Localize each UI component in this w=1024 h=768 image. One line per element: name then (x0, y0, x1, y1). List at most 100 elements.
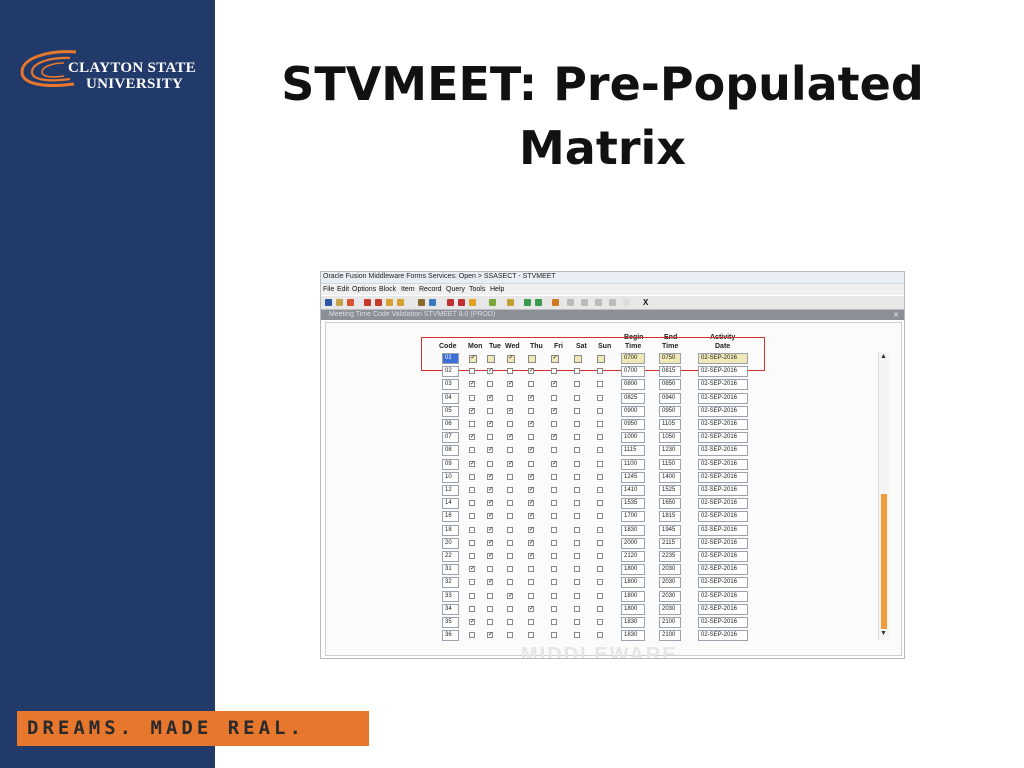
thu-checkbox[interactable]: ✓ (528, 447, 534, 453)
refresh-icon[interactable] (489, 299, 496, 306)
mon-checkbox[interactable] (469, 421, 475, 427)
code-field[interactable]: 33 (442, 591, 459, 602)
wed-checkbox[interactable] (507, 474, 513, 480)
mon-checkbox[interactable] (469, 553, 475, 559)
sat-checkbox[interactable] (574, 566, 580, 572)
sat-checkbox[interactable] (574, 408, 580, 414)
code-field[interactable]: 34 (442, 604, 459, 615)
wed-checkbox[interactable] (507, 500, 513, 506)
fri-checkbox[interactable]: ✓ (551, 434, 557, 440)
thu-checkbox[interactable]: ✓ (528, 368, 534, 374)
activity-date-field[interactable]: 02-SEP-2016 (698, 419, 748, 430)
thu-checkbox[interactable]: ✓ (528, 553, 534, 559)
end-time-field[interactable]: 1400 (659, 472, 681, 483)
wed-checkbox[interactable] (507, 566, 513, 572)
end-time-field[interactable]: 1050 (659, 432, 681, 443)
search-icon[interactable] (581, 299, 588, 306)
activity-date-field[interactable]: 02-SEP-2016 (698, 445, 748, 456)
tue-checkbox[interactable]: ✓ (487, 487, 493, 493)
activity-date-field[interactable]: 02-SEP-2016 (698, 485, 748, 496)
end-time-field[interactable]: 2030 (659, 577, 681, 588)
sun-checkbox[interactable] (597, 500, 603, 506)
thu-checkbox[interactable] (528, 434, 534, 440)
activity-date-field[interactable]: 02-SEP-2016 (698, 472, 748, 483)
scrollbar[interactable]: ▲ ▼ (878, 352, 889, 640)
thu-checkbox[interactable] (528, 619, 534, 625)
end-time-field[interactable]: 0750 (659, 353, 681, 364)
thu-checkbox[interactable] (528, 579, 534, 585)
mon-checkbox[interactable]: ✓ (469, 434, 475, 440)
sun-checkbox[interactable] (597, 513, 603, 519)
sat-checkbox[interactable] (574, 619, 580, 625)
wed-checkbox[interactable] (507, 421, 513, 427)
begin-time-field[interactable]: 1245 (621, 472, 645, 483)
fri-checkbox[interactable] (551, 540, 557, 546)
thu-checkbox[interactable]: ✓ (528, 606, 534, 612)
tue-checkbox[interactable]: ✓ (487, 632, 493, 638)
end-time-field[interactable]: 2235 (659, 551, 681, 562)
wed-checkbox[interactable]: ✓ (507, 381, 513, 387)
code-field[interactable]: 04 (442, 393, 459, 404)
fri-checkbox[interactable]: ✓ (551, 461, 557, 467)
mon-checkbox[interactable] (469, 395, 475, 401)
sun-checkbox[interactable] (597, 474, 603, 480)
mon-checkbox[interactable]: ✓ (469, 619, 475, 625)
code-field[interactable]: 09 (442, 459, 459, 470)
sun-checkbox[interactable] (597, 381, 603, 387)
menu-options[interactable]: Options (352, 286, 376, 293)
begin-time-field[interactable]: 1000 (621, 432, 645, 443)
sun-checkbox[interactable] (597, 606, 603, 612)
wed-checkbox[interactable] (507, 395, 513, 401)
mon-checkbox[interactable] (469, 540, 475, 546)
sat-checkbox[interactable] (574, 500, 580, 506)
fri-checkbox[interactable] (551, 487, 557, 493)
tue-checkbox[interactable] (487, 593, 493, 599)
edit-icon[interactable] (535, 299, 542, 306)
thu-checkbox[interactable]: ✓ (528, 527, 534, 533)
sun-checkbox[interactable] (597, 632, 603, 638)
wed-checkbox[interactable]: ✓ (507, 593, 513, 599)
menu-edit[interactable]: Edit (337, 286, 349, 293)
fri-checkbox[interactable] (551, 566, 557, 572)
activity-date-field[interactable]: 02-SEP-2016 (698, 366, 748, 377)
fri-checkbox[interactable] (551, 447, 557, 453)
wed-checkbox[interactable] (507, 606, 513, 612)
sat-checkbox[interactable] (574, 434, 580, 440)
sun-checkbox[interactable] (597, 368, 603, 374)
insert-record-icon[interactable] (447, 299, 454, 306)
sun-checkbox[interactable] (597, 619, 603, 625)
record-prev-icon[interactable] (386, 299, 393, 306)
mon-checkbox[interactable]: ✓ (469, 408, 475, 414)
menu-file[interactable]: File (323, 286, 334, 293)
menu-block[interactable]: Block (379, 286, 396, 293)
activity-date-field[interactable]: 02-SEP-2016 (698, 498, 748, 509)
end-time-field[interactable]: 2100 (659, 617, 681, 628)
sun-checkbox[interactable] (597, 408, 603, 414)
fri-checkbox[interactable] (551, 606, 557, 612)
end-time-field[interactable]: 2100 (659, 630, 681, 641)
sat-checkbox[interactable] (574, 632, 580, 638)
sat-checkbox[interactable] (574, 447, 580, 453)
wed-checkbox[interactable] (507, 553, 513, 559)
activity-date-field[interactable]: 02-SEP-2016 (698, 551, 748, 562)
begin-time-field[interactable]: 1700 (621, 511, 645, 522)
begin-time-field[interactable]: 1800 (621, 591, 645, 602)
mon-checkbox[interactable] (469, 527, 475, 533)
thu-checkbox[interactable]: ✓ (528, 500, 534, 506)
help-icon[interactable] (609, 299, 616, 306)
sat-checkbox[interactable] (574, 606, 580, 612)
tue-checkbox[interactable]: ✓ (487, 527, 493, 533)
mon-checkbox[interactable] (469, 368, 475, 374)
activity-date-field[interactable]: 02-SEP-2016 (698, 406, 748, 417)
fri-checkbox[interactable] (551, 395, 557, 401)
tue-checkbox[interactable] (487, 619, 493, 625)
sat-checkbox[interactable] (574, 395, 580, 401)
end-time-field[interactable]: 0815 (659, 366, 681, 377)
tue-checkbox[interactable] (487, 461, 493, 467)
mon-checkbox[interactable] (469, 487, 475, 493)
query-execute-icon[interactable] (429, 299, 436, 306)
code-field[interactable]: 06 (442, 419, 459, 430)
wed-checkbox[interactable] (507, 579, 513, 585)
sat-checkbox[interactable] (574, 527, 580, 533)
mon-checkbox[interactable] (469, 513, 475, 519)
